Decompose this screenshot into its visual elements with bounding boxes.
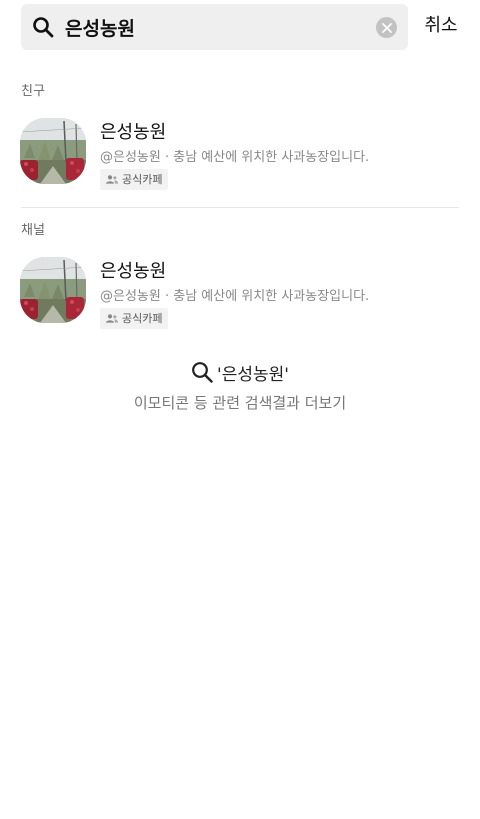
badge-label: 공식카페 — [122, 312, 163, 325]
cancel-button[interactable]: 취소 — [418, 8, 464, 44]
result-name: 은성농원 — [100, 261, 167, 282]
result-description: @은성농원 · 충남 예산에 위치한 사과농장입니다. — [100, 150, 370, 165]
people-icon — [106, 314, 118, 323]
friend-result-item[interactable]: 은성농원 @은성농원 · 충남 예산에 위치한 사과농장입니다. 공식카페 — [0, 118, 480, 194]
section-divider — [21, 207, 459, 208]
more-results-query-text: '은성농원' — [217, 365, 289, 385]
search-results-screen: 취소 친구 은성농 — [0, 0, 480, 819]
search-bar[interactable] — [21, 4, 408, 50]
search-icon — [33, 17, 54, 38]
channel-result-item[interactable]: 은성농원 @은성농원 · 충남 예산에 위치한 사과농장입니다. 공식카페 — [0, 257, 480, 333]
search-icon — [192, 362, 213, 383]
clear-icon — [381, 22, 392, 33]
avatar — [20, 118, 86, 184]
orchard-photo — [20, 257, 86, 323]
section-label-friends: 친구 — [21, 84, 45, 99]
result-description: @은성농원 · 충남 예산에 위치한 사과농장입니다. — [100, 289, 370, 304]
clear-search-button[interactable] — [376, 17, 397, 38]
official-cafe-badge: 공식카페 — [100, 308, 169, 329]
orchard-photo — [20, 118, 86, 184]
more-results-link[interactable]: '은성농원' 이모티콘 등 관련 검색결과 더보기 — [0, 360, 480, 416]
more-results-query: '은성농원' — [0, 360, 480, 385]
badge-label: 공식카페 — [122, 173, 163, 186]
section-label-channels: 채널 — [21, 223, 45, 238]
people-icon — [106, 175, 118, 184]
more-results-description: 이모티콘 등 관련 검색결과 더보기 — [133, 394, 347, 412]
search-input[interactable] — [65, 4, 365, 50]
result-name: 은성농원 — [100, 122, 167, 143]
official-cafe-badge: 공식카페 — [100, 169, 169, 190]
avatar — [20, 257, 86, 323]
